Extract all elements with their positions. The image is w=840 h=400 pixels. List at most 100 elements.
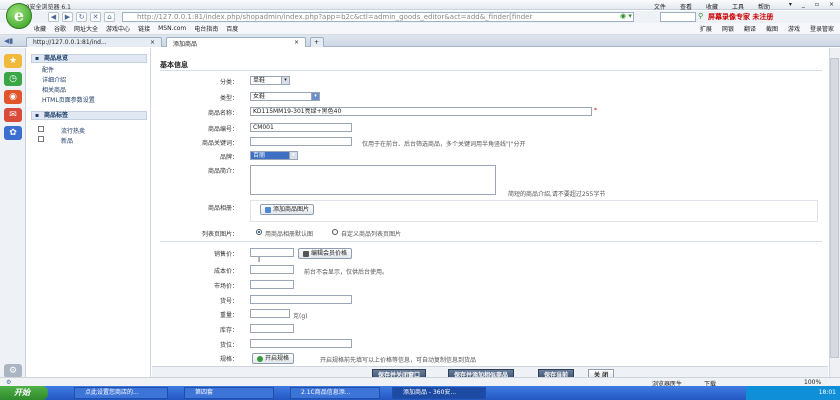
sidebar-toggle-icon[interactable]: ◀▮ <box>4 37 13 45</box>
weight-input[interactable] <box>250 309 290 318</box>
type-label: 类型： <box>219 95 238 102</box>
store-input[interactable] <box>250 324 294 333</box>
weibo-icon[interactable]: ◉ <box>4 90 22 104</box>
close-tab-icon[interactable]: × <box>294 39 299 46</box>
stop-icon[interactable]: ✕ <box>90 12 101 22</box>
app-icon[interactable]: ✿ <box>4 126 22 140</box>
toolbar-login[interactable]: 登录管家 <box>810 24 834 33</box>
tag-new-checkbox[interactable] <box>38 136 44 142</box>
chevron-down-icon: ▾ <box>281 77 289 84</box>
weight-label: 重量： <box>219 312 238 319</box>
divider <box>160 241 822 242</box>
mktprice-input[interactable] <box>250 280 294 289</box>
menu-dropdown-icon[interactable]: ▾ <box>789 1 792 8</box>
category-select[interactable]: 单鞋 ▾ <box>250 76 290 85</box>
enable-spec-button[interactable]: 开启规格 <box>252 353 295 364</box>
list-image-radio-default[interactable] <box>256 229 262 235</box>
favorites-item[interactable]: 电台指南 <box>194 24 218 33</box>
rail-settings-icon[interactable]: ⚙ <box>4 364 22 378</box>
toolbar-bank[interactable]: 网银 <box>722 24 734 33</box>
toolbar-games[interactable]: 游戏 <box>788 24 800 33</box>
search-icon[interactable]: ⚲ <box>698 12 703 20</box>
home-icon[interactable]: ⌂ <box>104 12 115 22</box>
text-cursor-icon: I <box>258 256 261 264</box>
taskbar-item[interactable]: 点此设置您商店的... <box>74 387 168 399</box>
start-button[interactable]: 开始 <box>0 386 48 400</box>
brief-note: 简短的商品介绍,请不要超过255字节 <box>508 191 606 198</box>
menu-view[interactable]: 查看 <box>680 2 692 11</box>
favorites-item[interactable]: 游戏中心 <box>106 24 130 33</box>
favorites-item[interactable]: 链接 <box>138 24 150 33</box>
section-overview-heading[interactable]: 商品总览 <box>31 54 147 63</box>
section-tags-heading[interactable]: 商品标签 <box>31 111 147 120</box>
address-input[interactable]: http://127.0.0.1:81/index.php/shopadmin/… <box>122 12 634 22</box>
sidebar-item-details[interactable]: 详细介绍 <box>42 75 66 84</box>
favorites-item[interactable]: 网址大全 <box>74 24 98 33</box>
collapse-icon[interactable]: ▪ <box>35 55 39 62</box>
promo-text: 屏幕录像专家 未注册 <box>708 13 774 21</box>
price-input[interactable] <box>250 248 294 257</box>
scrollbar-thumb[interactable] <box>830 58 839 358</box>
tag-new-label: 新品 <box>61 138 74 145</box>
product-bn-input[interactable]: CM001 <box>250 123 352 132</box>
type-select[interactable]: 女鞋 ▾ <box>250 92 320 101</box>
favorites-star-icon[interactable]: ★ <box>4 54 22 68</box>
spec-note: 开启规格前先填写以上价格等信息，可自动复制信息到货品 <box>320 357 477 364</box>
close-window-icon[interactable]: × <box>829 1 834 8</box>
member-price-button[interactable]: 编辑会员价格 <box>298 248 353 259</box>
brand-label: 品牌： <box>219 154 238 161</box>
barcode-input[interactable] <box>250 295 352 304</box>
menu-file[interactable]: 文件 <box>654 2 666 11</box>
menu-favorites[interactable]: 收藏 <box>706 2 718 11</box>
menu-tools[interactable]: 工具 <box>732 2 744 11</box>
search-input[interactable] <box>660 12 696 22</box>
close-tab-icon[interactable]: × <box>150 39 155 46</box>
status-bar: ⚙ 浏览器医生 下载 100% <box>0 377 840 388</box>
toolbar-right: 扩展 网银 翻译 截图 游戏 登录管家 <box>700 24 834 33</box>
back-icon[interactable]: ◀ <box>48 12 59 22</box>
favorites-item[interactable]: MSN.com <box>158 25 186 32</box>
toolbar-extensions[interactable]: 扩展 <box>700 24 712 33</box>
collapse-icon[interactable]: ▪ <box>35 112 39 119</box>
forward-icon[interactable]: ▶ <box>62 12 73 22</box>
sidebar-item-accessories[interactable]: 配件 <box>42 65 54 74</box>
favorites-item[interactable]: 谷歌 <box>54 24 66 33</box>
mail-icon[interactable]: ✉ <box>4 108 22 122</box>
store-place-input[interactable] <box>250 339 352 348</box>
tag-hot-checkbox[interactable] <box>38 126 44 132</box>
image-label: 商品相册： <box>207 205 238 212</box>
menu-help[interactable]: 帮助 <box>758 2 770 11</box>
brand-select[interactable]: 百丽 ▾ <box>250 151 298 160</box>
cost-label: 成本价： <box>213 268 238 275</box>
toolbar-screenshot[interactable]: 截图 <box>766 24 778 33</box>
clock-icon[interactable]: ◷ <box>4 72 22 86</box>
brief-textarea[interactable] <box>250 165 496 195</box>
minimize-icon[interactable]: _ <box>802 1 805 8</box>
favorites-item[interactable]: 百度 <box>226 24 238 33</box>
list-image-label: 列表页图片： <box>201 231 238 238</box>
required-mark: * <box>594 107 597 114</box>
favorites-item[interactable]: 收藏 <box>34 24 46 33</box>
list-image-radio-custom[interactable] <box>332 229 338 235</box>
chevron-down-icon: ▾ <box>311 93 319 100</box>
maximize-icon[interactable]: ▫ <box>815 1 819 8</box>
taskbar-item[interactable]: 第四套 <box>184 387 274 399</box>
product-name-input[interactable]: KD115MM19-301亮绿+黑色40 <box>250 107 592 116</box>
taskbar-item-active[interactable]: 添加商品 - 360安... <box>392 387 486 399</box>
keywords-input[interactable] <box>250 137 352 146</box>
refresh-icon[interactable]: ↻ <box>76 12 87 22</box>
taskbar-item[interactable]: 2.1C商品信息添... <box>290 387 380 399</box>
sidebar-item-related[interactable]: 相关商品 <box>42 85 66 94</box>
menu-bar: 文件 查看 收藏 工具 帮助 <box>654 2 770 11</box>
tab-add-product[interactable]: 添加商品 × <box>166 37 306 48</box>
settings-gear-icon[interactable]: ⚙ <box>6 379 11 386</box>
security-shield-icon[interactable]: ◉ ▾ <box>620 12 632 20</box>
cost-input[interactable] <box>250 265 294 274</box>
keywords-label: 商品关键词： <box>201 140 238 147</box>
tab-local[interactable]: http://127.0.0.1:81/ind... × <box>26 37 162 47</box>
sidebar-item-html-params[interactable]: HTML页面参数设置 <box>42 95 95 104</box>
toolbar-translate[interactable]: 翻译 <box>744 24 756 33</box>
zoom-level[interactable]: 100% <box>804 379 821 386</box>
new-tab-icon[interactable]: + <box>310 37 324 47</box>
cost-note: 前台不会显示，仅供后台使用。 <box>304 269 389 276</box>
